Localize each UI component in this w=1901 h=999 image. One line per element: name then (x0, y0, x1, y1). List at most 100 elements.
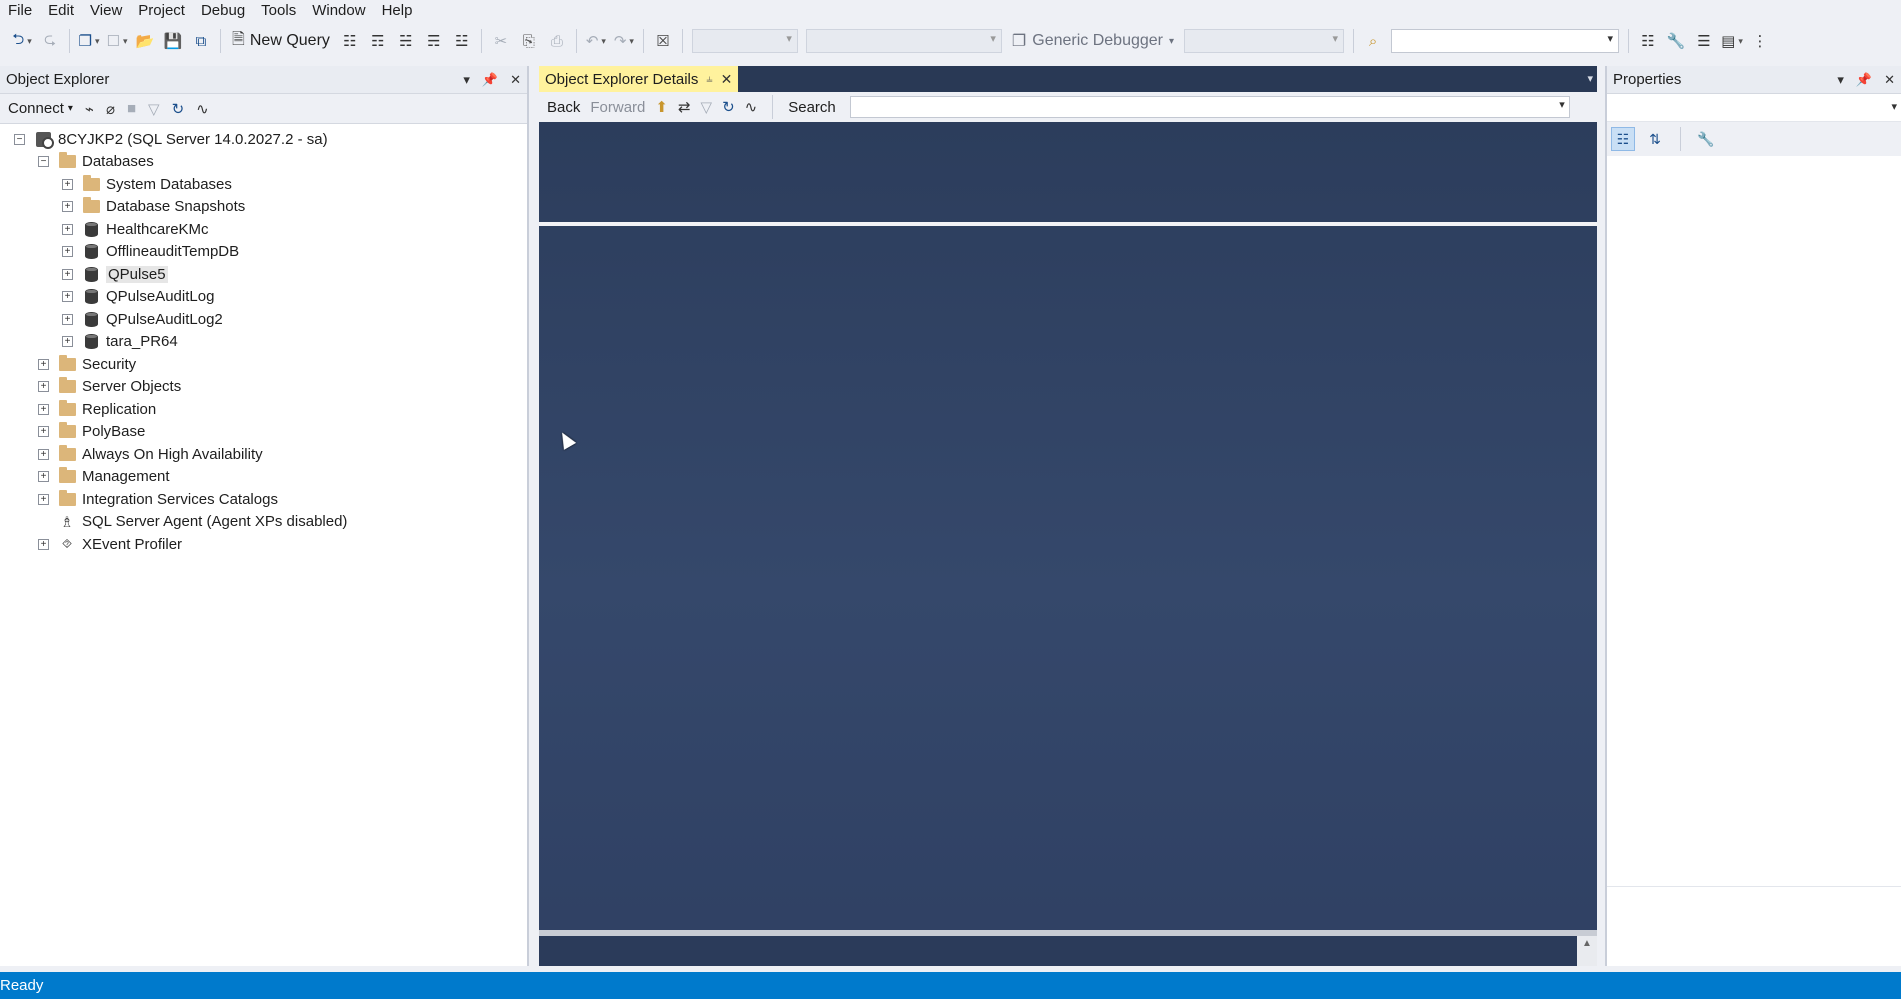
mdx-query-icon[interactable]: ☶ (366, 28, 390, 54)
connect-button[interactable]: Connect ▾ (8, 100, 73, 117)
tree-node[interactable]: + QPulseAuditLog2 (0, 308, 527, 331)
collapse-icon[interactable]: − (14, 133, 25, 145)
tree-node[interactable]: + System Databases (0, 173, 527, 196)
pin-icon[interactable]: 📌 (482, 72, 498, 88)
paste-icon[interactable]: ⎙ (545, 28, 569, 54)
expand-icon[interactable]: + (38, 381, 49, 393)
properties-object-select[interactable] (1607, 94, 1901, 122)
menu-help[interactable]: Help (374, 0, 421, 22)
tree-node[interactable]: − 8CYJKP2 (SQL Server 14.0.2027.2 - sa) (0, 128, 527, 151)
activity-icon[interactable]: ∿ (196, 100, 209, 118)
properties-window-icon[interactable]: ☷ (1636, 28, 1660, 54)
search-input[interactable] (849, 96, 1570, 118)
expand-icon[interactable]: + (38, 493, 49, 505)
xmla-query-icon[interactable]: ☴ (422, 28, 446, 54)
filter-icon[interactable]: ▽ (148, 100, 160, 118)
wrench-icon[interactable]: 🔧 (1664, 28, 1688, 54)
expand-icon[interactable]: + (38, 538, 49, 550)
redo-icon[interactable]: ↷ ▾ (612, 28, 636, 54)
save-icon[interactable]: 💾 (161, 28, 185, 54)
refresh-icon[interactable]: ↻ (722, 98, 735, 116)
close-icon[interactable]: ✕ (1884, 72, 1895, 88)
tab-list-icon[interactable]: ▾ (1587, 72, 1593, 85)
sync-icon[interactable]: ⇄ (678, 98, 691, 116)
expand-icon[interactable]: + (62, 336, 73, 348)
menu-window[interactable]: Window (304, 0, 373, 22)
cut-icon[interactable]: ✂ (489, 28, 513, 54)
expand-icon[interactable]: + (38, 403, 49, 415)
menu-project[interactable]: Project (130, 0, 193, 22)
stop-icon[interactable]: ■ (127, 100, 136, 117)
toolbox-icon[interactable]: ☰ (1692, 28, 1716, 54)
categorized-icon[interactable]: ☷ (1611, 127, 1635, 151)
solution-configuration-select[interactable] (691, 29, 798, 53)
tree-node[interactable]: + HealthcareKMc (0, 218, 527, 241)
expand-icon[interactable]: + (62, 291, 73, 303)
disconnect-icon[interactable]: ⌀ (106, 100, 115, 118)
tree-node[interactable]: + OfflineauditTempDB (0, 241, 527, 264)
filter-icon[interactable]: ▽ (701, 98, 713, 116)
expand-icon[interactable]: + (62, 201, 73, 213)
find-in-files-icon[interactable]: ⌕ (1361, 28, 1385, 54)
menu-tools[interactable]: Tools (253, 0, 304, 22)
expand-icon[interactable]: + (62, 178, 73, 190)
copy-icon[interactable]: ⎘ (517, 28, 541, 54)
back-button[interactable]: Back (547, 99, 580, 116)
expand-icon[interactable]: + (38, 448, 49, 460)
alphabetical-icon[interactable]: ⇅ (1643, 127, 1667, 151)
menu-debug[interactable]: Debug (193, 0, 253, 22)
expand-icon[interactable]: + (62, 268, 73, 280)
activity-icon[interactable]: ∿ (745, 98, 758, 116)
add-item-icon[interactable]: ☐ ▾ (105, 28, 129, 54)
menu-view[interactable]: View (82, 0, 130, 22)
tree-node[interactable]: ♗ SQL Server Agent (Agent XPs disabled) (0, 511, 527, 534)
tree-node[interactable]: + PolyBase (0, 421, 527, 444)
tab-object-explorer-details[interactable]: Object Explorer Details ⫨ ✕ (539, 66, 739, 92)
back-icon[interactable]: ⮌ ▾ (10, 28, 34, 54)
dmx-query-icon[interactable]: ☵ (394, 28, 418, 54)
info-pane-scrollbar[interactable]: ▲ (1577, 936, 1597, 966)
expand-icon[interactable]: + (62, 223, 73, 235)
tree-node[interactable]: + Integration Services Catalogs (0, 488, 527, 511)
refresh-icon[interactable]: ↻ (172, 100, 185, 118)
expand-icon[interactable]: + (38, 471, 49, 483)
collapse-icon[interactable]: − (38, 156, 49, 168)
tree-node[interactable]: + QPulse5 (0, 263, 527, 286)
details-content-area[interactable]: ▲ (539, 122, 1597, 966)
pin-icon[interactable]: ⫨ (706, 73, 712, 86)
expand-icon[interactable]: + (62, 313, 73, 325)
dax-query-icon[interactable]: ☳ (450, 28, 474, 54)
database-engine-query-icon[interactable]: ☷ (338, 28, 362, 54)
tree-node[interactable]: − Databases (0, 151, 527, 174)
undo-icon[interactable]: ↶ ▾ (584, 28, 608, 54)
window-position-icon[interactable]: ▾ (463, 72, 470, 88)
new-project-icon[interactable]: ❐ ▾ (77, 28, 101, 54)
forward-button[interactable]: Forward (590, 99, 645, 116)
open-file-icon[interactable]: 📂 (133, 28, 157, 54)
window-position-icon[interactable]: ▾ (1837, 72, 1844, 88)
tree-node[interactable]: + Management (0, 466, 527, 489)
tree-node[interactable]: + Database Snapshots (0, 196, 527, 219)
tree-node[interactable]: + Security (0, 353, 527, 376)
close-icon[interactable]: ✕ (721, 71, 733, 88)
save-all-icon[interactable]: ⧉ (189, 28, 213, 54)
menu-edit[interactable]: Edit (40, 0, 82, 22)
tree-node[interactable]: + tara_PR64 (0, 331, 527, 354)
activity-monitor-icon[interactable]: ☒ (651, 28, 675, 54)
toolbar-options-icon[interactable]: ⋮ (1748, 28, 1772, 54)
forward-icon[interactable]: ⮎ (38, 28, 62, 54)
layout-icon[interactable]: ▤ ▾ (1720, 28, 1744, 54)
expand-icon[interactable]: + (38, 426, 49, 438)
debug-target-select[interactable] (1184, 29, 1345, 53)
property-pages-icon[interactable]: 🔧 (1694, 127, 1718, 151)
up-folder-icon[interactable]: ⬆ (655, 98, 668, 116)
tree-node[interactable]: + Server Objects (0, 376, 527, 399)
tree-node[interactable]: + Replication (0, 398, 527, 421)
tree-node[interactable]: + ⯑ XEvent Profiler (0, 533, 527, 556)
connect-plug-icon[interactable]: ⌁ (85, 100, 94, 118)
pin-icon[interactable]: 📌 (1856, 72, 1872, 88)
expand-icon[interactable]: + (38, 358, 49, 370)
menu-file[interactable]: File (0, 0, 40, 22)
find-combo[interactable] (1391, 29, 1620, 53)
tree-node[interactable]: + QPulseAuditLog (0, 286, 527, 309)
